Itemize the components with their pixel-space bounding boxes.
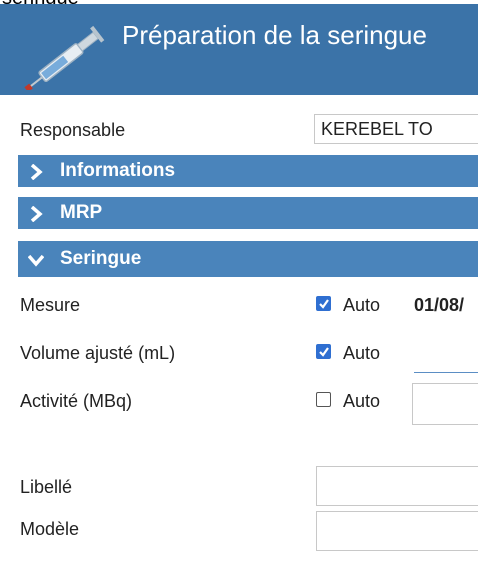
volume-auto-label: Auto (343, 343, 381, 363)
activite-auto-checkbox[interactable] (316, 392, 331, 407)
check-icon (319, 347, 329, 357)
chevron-right-icon (30, 164, 43, 180)
section-label: Informations (60, 160, 176, 181)
modele-label: Modèle (20, 519, 80, 539)
page-title: Préparation de la seringue (122, 20, 427, 50)
responsable-field[interactable]: KEREBEL TO (314, 114, 478, 144)
chevron-right-icon (30, 206, 43, 222)
modele-field[interactable] (316, 511, 478, 551)
chevron-down-icon (28, 254, 44, 267)
section-informations[interactable]: Informations (18, 155, 478, 189)
libelle-label: Libellé (20, 477, 73, 497)
mesure-auto-checkbox[interactable] (316, 296, 331, 311)
mesure-auto-label: Auto (343, 295, 381, 315)
syringe-icon (24, 25, 105, 90)
section-label: Seringue (60, 248, 142, 269)
activite-auto-label: Auto (343, 391, 381, 411)
mesure-date-field[interactable]: 01/08/ (414, 295, 464, 316)
volume-auto-checkbox[interactable] (316, 344, 331, 359)
mesure-label: Mesure (20, 295, 81, 315)
section-mrp[interactable]: MRP (18, 197, 478, 231)
section-label: MRP (60, 202, 103, 223)
activite-label: Activité (MBq) (20, 391, 133, 411)
volume-label: Volume ajusté (mL) (20, 343, 176, 363)
libelle-field[interactable] (316, 466, 478, 506)
volume-field[interactable] (414, 333, 478, 373)
page-header: Préparation de la seringue (0, 4, 478, 95)
responsable-label: Responsable (20, 120, 126, 140)
check-icon (319, 299, 329, 309)
section-seringue[interactable]: Seringue (18, 241, 478, 279)
activite-field[interactable] (412, 383, 478, 425)
